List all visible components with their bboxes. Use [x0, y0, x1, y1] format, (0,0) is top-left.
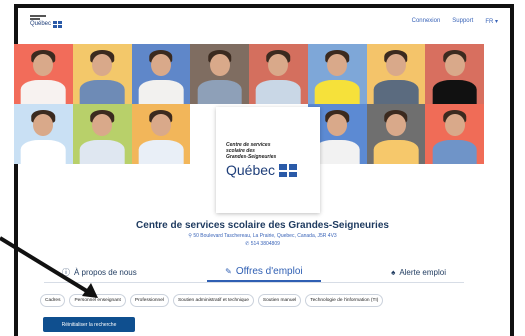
- person-face: [92, 53, 113, 77]
- person-body: [138, 80, 184, 104]
- banner-photo-tile: [307, 44, 367, 104]
- banner-photo-tile: [72, 44, 132, 104]
- organization-logo-card: Centre de services scolaire des Grandes-…: [216, 107, 320, 213]
- person-face: [385, 53, 406, 77]
- megaphone-icon: ✎: [225, 266, 232, 276]
- person-face: [150, 113, 171, 137]
- banner-photo-tile: [366, 44, 426, 104]
- language-selector[interactable]: FR ▾: [485, 18, 498, 25]
- tab-about-label: À propos de nous: [74, 267, 137, 277]
- chip-soutien-administratif[interactable]: Soutien administratif et technique: [172, 294, 254, 307]
- person-body: [432, 80, 477, 104]
- top-links: Connexion Support FR ▾: [412, 18, 498, 25]
- quebec-brand-row: Québec: [226, 162, 310, 178]
- person-body: [138, 140, 184, 164]
- person-body: [79, 80, 125, 104]
- banner-photo-tile: [366, 104, 426, 164]
- banner-photo-tile: [14, 104, 73, 164]
- person-face: [33, 113, 54, 137]
- person-face: [268, 53, 289, 77]
- language-label: FR: [485, 18, 494, 25]
- person-face: [33, 53, 54, 77]
- address-text: 50 Boulevard Taschereau, La Prairie, Que…: [193, 233, 337, 239]
- tab-job-offers[interactable]: ✎ Offres d'emploi: [207, 262, 321, 282]
- person-body: [256, 80, 301, 104]
- person-face: [444, 113, 465, 137]
- chip-cadres[interactable]: Cadres: [40, 294, 66, 307]
- fleur-de-lis-icon: [53, 20, 63, 28]
- main-tabs: ⓘ À propos de nous ✎ Offres d'emploi ♠ A…: [44, 262, 464, 283]
- organization-name: Centre de services scolaire des Grandes-…: [136, 220, 389, 231]
- quebec-logo[interactable]: Québec: [30, 14, 63, 28]
- phone-text: 514 3804809: [250, 241, 280, 247]
- person-face: [327, 53, 348, 77]
- banner-photo-tile: [131, 104, 191, 164]
- person-face: [209, 53, 230, 77]
- tab-job-alert[interactable]: ♠ Alerte emploi: [373, 262, 464, 282]
- chip-professionnel[interactable]: Professionnel: [129, 294, 169, 307]
- chip-technologie-information[interactable]: Technologie de l'information (TI): [305, 294, 384, 307]
- banner-photo-tile: [425, 104, 484, 164]
- logo-word: Québec: [30, 21, 52, 27]
- category-filter-chips: Cadres Personnel enseignant Professionne…: [40, 294, 517, 307]
- person-face: [444, 53, 465, 77]
- banner-photo-tile: [425, 44, 484, 104]
- banner-photo-tile: [249, 44, 308, 104]
- person-body: [314, 140, 360, 164]
- reset-search-button[interactable]: Réinitialiser la recherche: [43, 317, 135, 332]
- info-icon: ⓘ: [62, 267, 70, 277]
- organization-address: ⚲ 50 Boulevard Taschereau, La Prairie, Q…: [0, 233, 525, 239]
- banner-photo-tile: [72, 104, 132, 164]
- bell-icon: ♠: [391, 267, 396, 277]
- person-body: [21, 80, 66, 104]
- logo-line-3: Grandes-Seigneuries: [226, 154, 277, 160]
- person-face: [150, 53, 171, 77]
- banner-photo-tile: [131, 44, 191, 104]
- support-link[interactable]: Support: [452, 18, 473, 25]
- person-face: [327, 113, 348, 137]
- chip-soutien-manuel[interactable]: Soutien manuel: [257, 294, 302, 307]
- quebec-flag-icon: [279, 163, 298, 177]
- banner-photo-tile: [190, 44, 249, 104]
- person-body: [373, 80, 419, 104]
- logo-text: Québec: [30, 20, 63, 28]
- organization-phone: ✆ 514 3804809: [0, 241, 525, 247]
- person-body: [197, 80, 242, 104]
- person-body: [432, 140, 477, 164]
- top-navigation-bar: Québec Connexion Support FR ▾: [18, 8, 510, 34]
- person-face: [385, 113, 406, 137]
- person-body: [314, 80, 360, 104]
- tab-job-offers-label: Offres d'emploi: [235, 265, 303, 277]
- quebec-brand-text: Québec: [226, 162, 276, 178]
- person-body: [21, 140, 66, 164]
- tab-about[interactable]: ⓘ À propos de nous: [44, 262, 155, 282]
- banner-photo-tile: [14, 44, 73, 104]
- person-face: [92, 113, 113, 137]
- location-pin-icon: ⚲: [188, 233, 192, 239]
- person-body: [373, 140, 419, 164]
- login-link[interactable]: Connexion: [412, 18, 441, 25]
- tab-job-alert-label: Alerte emploi: [399, 267, 446, 277]
- chevron-down-icon: ▾: [494, 18, 498, 25]
- phone-icon: ✆: [245, 241, 250, 247]
- chip-personnel-enseignant[interactable]: Personnel enseignant: [69, 294, 126, 307]
- person-body: [79, 140, 125, 164]
